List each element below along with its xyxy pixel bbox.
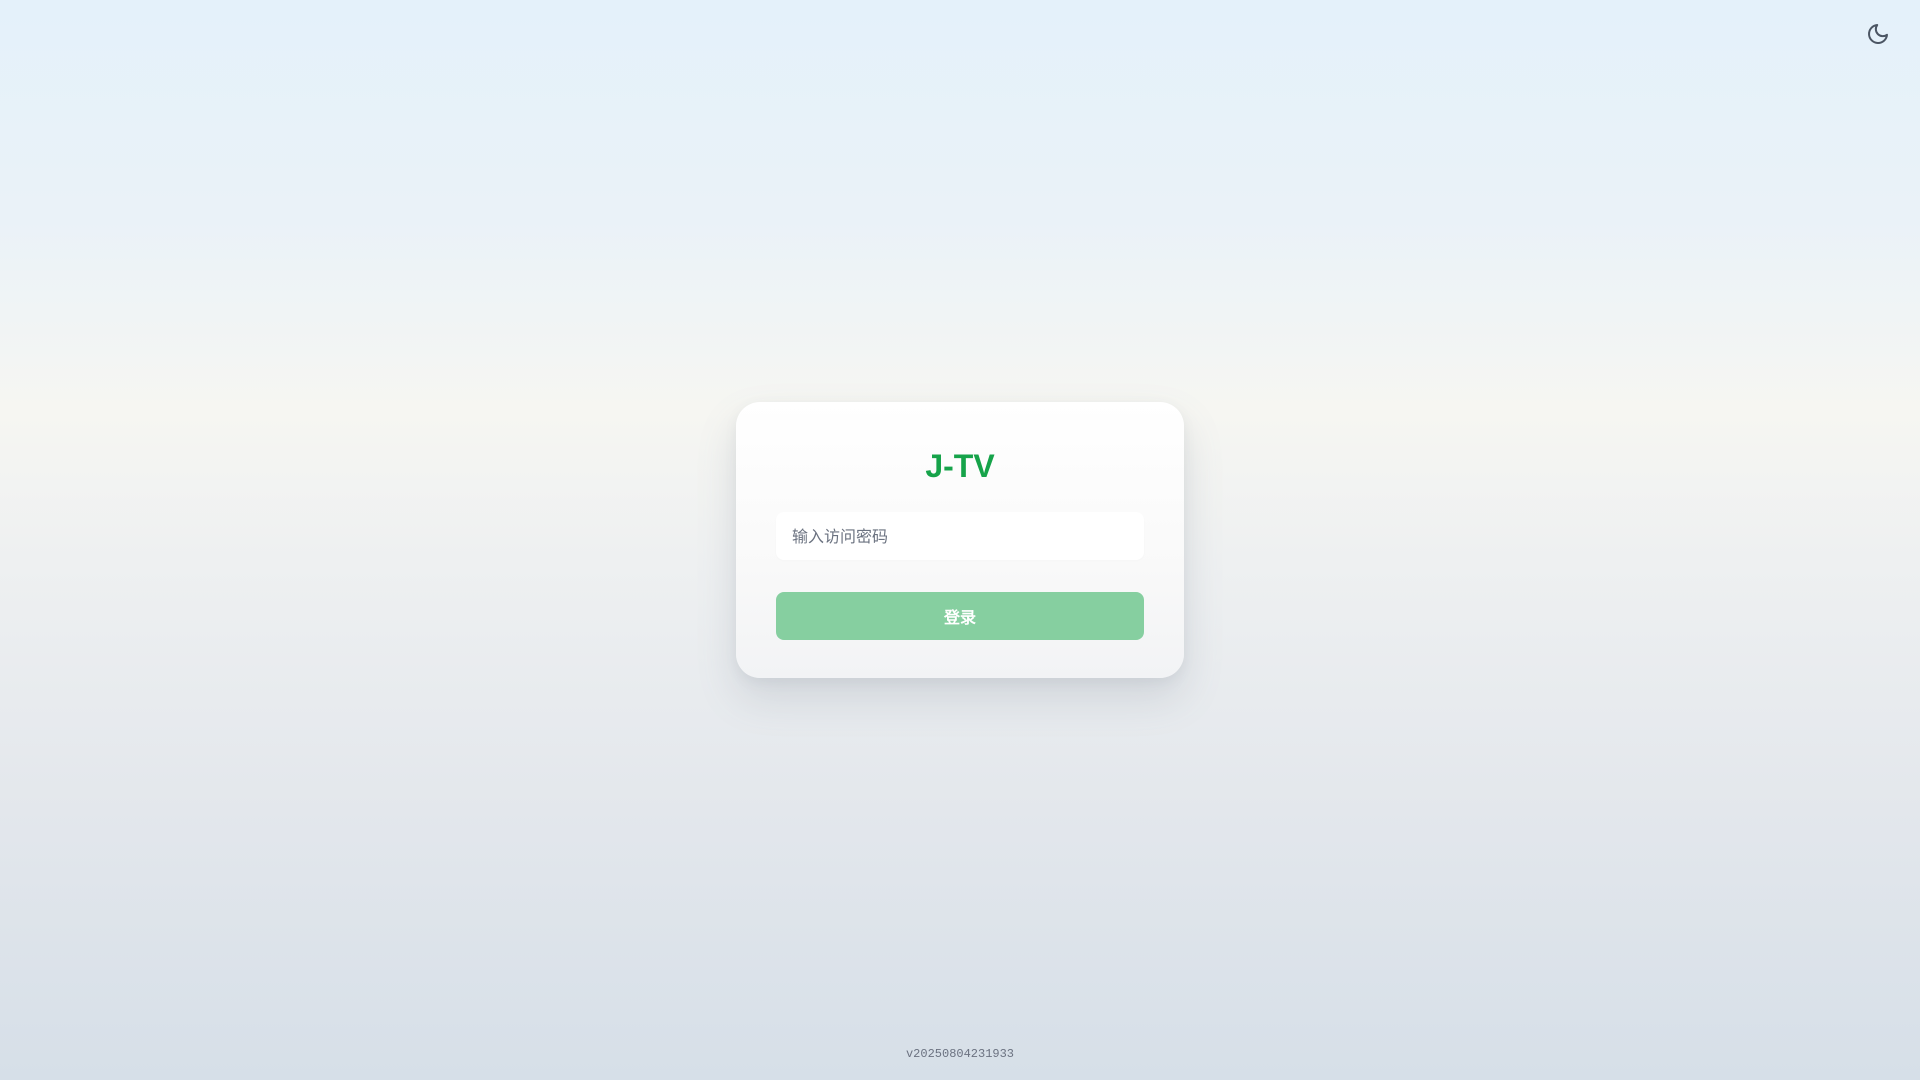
password-input[interactable] <box>776 512 1144 560</box>
version-label: v20250804231933 <box>905 1047 1015 1061</box>
login-card: J-TV 登录 <box>736 402 1184 678</box>
app-title: J-TV <box>925 448 995 484</box>
moon-icon <box>1866 22 1890 51</box>
login-button[interactable]: 登录 <box>776 592 1144 640</box>
theme-toggle-button[interactable] <box>1862 20 1894 52</box>
